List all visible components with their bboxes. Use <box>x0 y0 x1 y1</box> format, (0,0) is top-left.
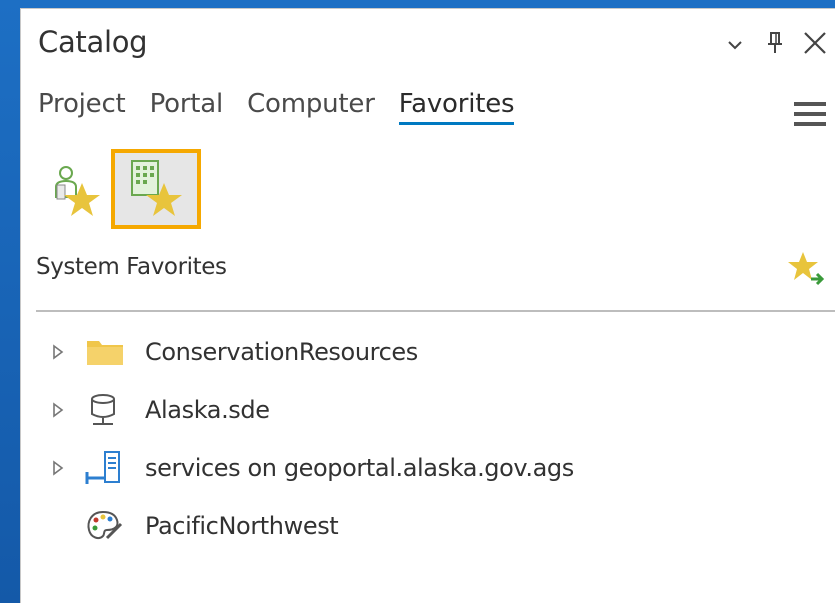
style-palette-icon <box>83 506 127 546</box>
options-button[interactable] <box>715 27 755 63</box>
list-item-pacificnorthwest[interactable]: PacificNorthwest <box>21 502 835 550</box>
section-divider <box>36 310 835 312</box>
tab-computer[interactable]: Computer <box>247 89 375 125</box>
personal-favorites-button[interactable] <box>29 149 119 229</box>
add-favorite-to-project-button[interactable] <box>787 249 825 287</box>
window-controls <box>715 27 835 63</box>
system-favorites-star-icon <box>124 155 188 223</box>
item-label: ConservationResources <box>145 338 418 366</box>
pane-menu-button[interactable] <box>793 97 827 131</box>
add-to-project-star-icon <box>787 252 825 291</box>
system-favorites-button[interactable] <box>111 149 201 229</box>
item-label: PacificNorthwest <box>145 512 339 540</box>
expand-arrow-icon[interactable] <box>51 459 65 477</box>
server-connection-icon <box>83 448 127 488</box>
personal-favorites-star-icon <box>42 155 106 223</box>
expand-arrow-icon[interactable] <box>51 401 65 419</box>
database-connection-icon <box>83 390 127 430</box>
hamburger-menu-icon <box>793 102 827 135</box>
tab-portal[interactable]: Portal <box>150 89 224 125</box>
item-label: services on geoportal.alaska.gov.ags <box>145 454 574 482</box>
list-item-alaska-sde[interactable]: Alaska.sde <box>21 386 835 434</box>
pin-icon <box>766 31 784 59</box>
close-button[interactable] <box>795 27 835 63</box>
tab-project[interactable]: Project <box>38 89 126 125</box>
pane-title: Catalog <box>38 25 148 59</box>
pin-button[interactable] <box>755 27 795 63</box>
folder-icon <box>83 332 127 372</box>
section-header-label: System Favorites <box>36 254 227 280</box>
catalog-tabs: Project Portal Computer Favorites <box>38 89 538 125</box>
catalog-pane: Catalog Project Portal Computer Favorite… <box>20 8 835 603</box>
tab-favorites[interactable]: Favorites <box>398 89 515 125</box>
list-item-geoportal-services[interactable]: services on geoportal.alaska.gov.ags <box>21 444 835 492</box>
expand-arrow-icon[interactable] <box>51 343 65 361</box>
chevron-down-icon <box>727 36 743 55</box>
item-label: Alaska.sde <box>145 396 270 424</box>
close-icon <box>803 31 827 59</box>
list-item-conservationresources[interactable]: ConservationResources <box>21 328 835 376</box>
